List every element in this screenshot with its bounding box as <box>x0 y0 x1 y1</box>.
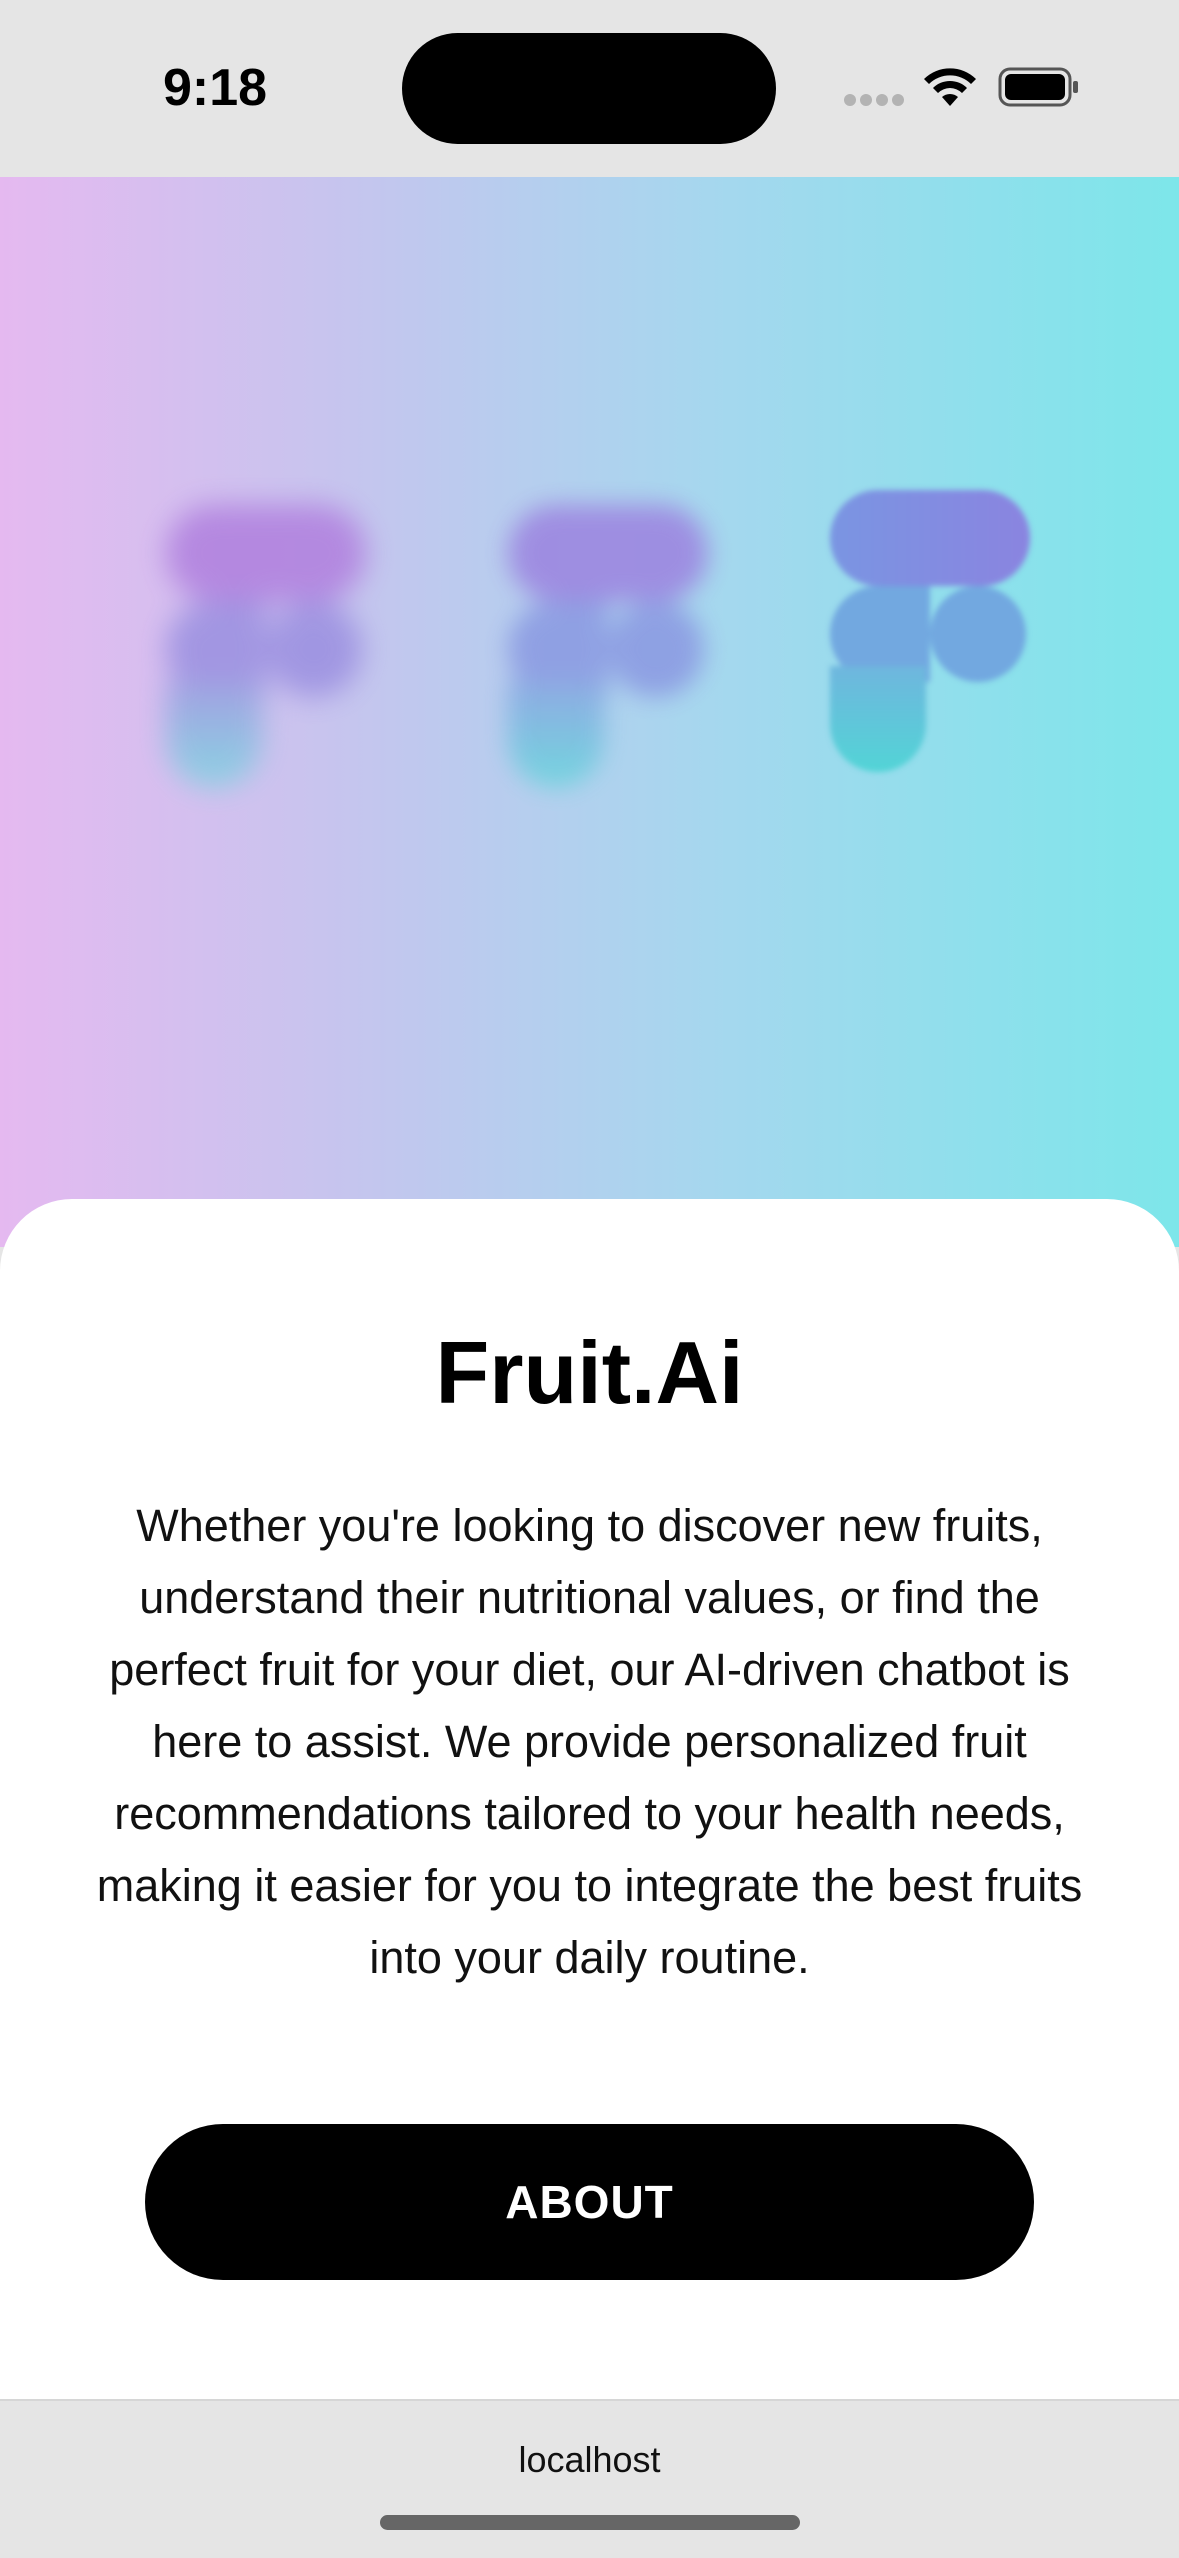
app-description: Whether you're looking to discover new f… <box>96 1500 1083 1983</box>
home-indicator[interactable] <box>380 2515 800 2530</box>
url-text[interactable]: localhost <box>0 2436 1179 2484</box>
figma-logo-icon <box>508 505 708 805</box>
hero-banner <box>0 177 1179 1247</box>
status-time: 9:18 <box>162 59 268 117</box>
dynamic-island <box>402 33 776 144</box>
figma-logo-icon <box>830 490 1030 790</box>
figma-logo-icon <box>166 505 366 805</box>
wifi-icon <box>924 68 976 106</box>
battery-icon <box>998 67 1078 107</box>
cellular-signal-icon <box>844 94 906 108</box>
status-bar: 9:18 <box>0 0 1179 177</box>
page-title: Fruit.Ai <box>435 1323 744 1422</box>
about-button[interactable]: ABOUT <box>145 2124 1034 2280</box>
